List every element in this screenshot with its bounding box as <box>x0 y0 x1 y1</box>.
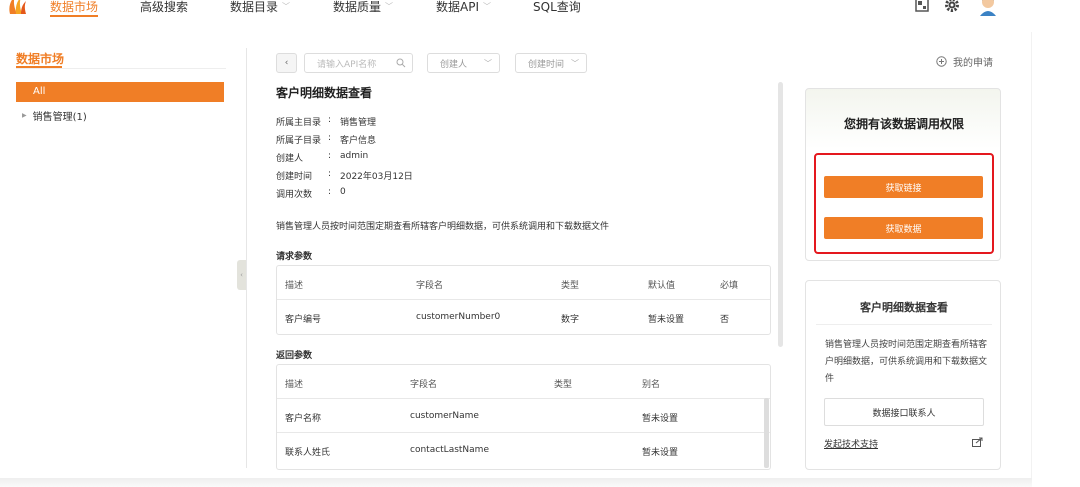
top-nav: 数据市场 高级搜索 数据目录 ﹀ 数据质量 ﹀ 数据API ﹀ SQL查询 <box>0 0 1032 18</box>
sidebar-title-underline <box>16 66 62 68</box>
sidebar-title: 数据市场 <box>16 52 65 66</box>
nav-sql-query[interactable]: SQL查询 <box>533 0 581 15</box>
search-placeholder: 请输入API名称 <box>317 59 377 70</box>
return-params-title: 返回参数 <box>276 351 313 361</box>
nav-data-catalog[interactable]: 数据目录 ﹀ <box>230 0 290 15</box>
add-circle-icon <box>936 56 947 67</box>
chevron-down-icon: ﹀ <box>483 2 491 11</box>
creator-select-label: 创建人 <box>440 59 468 70</box>
created-time-select-label: 创建时间 <box>528 59 564 70</box>
sidebar-item-sales-management[interactable]: ▶ 销售管理(1) <box>22 108 87 123</box>
nav-data-quality[interactable]: 数据质量 ﹀ <box>333 0 393 15</box>
return-params-table: 描述 字段名 类型 别名 客户名称 customerName 暂未设置 联系人姓… <box>276 364 771 470</box>
api-search-input[interactable]: 请输入API名称 <box>304 53 413 73</box>
api-info-card: 客户明细数据查看 销售管理人员按时间范围定期查看所辖客户明细数据，可供系统调用和… <box>805 280 1001 470</box>
meta-row: 创建时间:2022年03月12日 <box>276 169 413 182</box>
api-detail-title: 客户明细数据查看 <box>276 86 373 100</box>
get-link-button[interactable]: 获取链接 <box>824 176 983 198</box>
sidebar-divider-vertical <box>246 48 247 468</box>
request-params-table: 描述 字段名 类型 默认值 必填 客户编号 customerNumber0 数字… <box>276 265 771 335</box>
nav-data-market[interactable]: 数据市场 <box>50 0 98 15</box>
my-application-link[interactable]: 我的申请 <box>936 54 993 69</box>
meta-row: 创建人: admin <box>276 151 369 164</box>
chevron-down-icon: ﹀ <box>571 59 579 68</box>
sidebar-item-all[interactable]: All <box>16 82 224 102</box>
meta-row: 所属子目录: 客户信息 <box>276 133 377 146</box>
gear-icon[interactable] <box>944 0 960 13</box>
logo-icon <box>9 0 26 14</box>
request-params-title: 请求参数 <box>276 252 313 262</box>
detail-scrollbar[interactable] <box>778 82 783 347</box>
creator-select[interactable]: 创建人 ﹀ <box>427 53 500 73</box>
caret-right-icon[interactable]: ▶ <box>22 112 27 119</box>
table-header-row: 描述 字段名 类型 默认值 必填 <box>277 266 770 300</box>
nav-advanced-search[interactable]: 高级搜索 <box>140 0 188 15</box>
get-data-button[interactable]: 获取数据 <box>824 217 983 239</box>
bottom-shadow <box>0 478 1032 487</box>
api-description: 销售管理人员按时间范围定期查看所辖客户明细数据，可供系统调用和下载数据文件 <box>276 222 610 232</box>
app-switch-icon[interactable] <box>915 0 929 12</box>
collapse-sidebar-handle[interactable]: ‹ <box>237 260 246 290</box>
meta-row: 调用次数:0 <box>276 187 346 200</box>
share-icon[interactable] <box>972 437 983 447</box>
info-card-description: 销售管理人员按时间范围定期查看所辖客户明细数据，可供系统调用和下载数据文件 <box>825 340 988 384</box>
chevron-down-icon: ﹀ <box>484 59 492 68</box>
table-row: 联系人姓氏 contactLastName 暂未设置 <box>285 445 679 458</box>
chevron-left-icon: ‹ <box>284 58 289 68</box>
table-row: 客户名称 customerName 暂未设置 <box>277 399 770 433</box>
api-contact-button[interactable]: 数据接口联系人 <box>824 398 984 426</box>
search-icon[interactable] <box>396 58 406 68</box>
back-button[interactable]: ‹ <box>276 53 297 73</box>
meta-row: 所属主目录: 销售管理 <box>276 115 377 128</box>
my-application-label: 我的申请 <box>953 58 993 69</box>
table-row: 客户编号 customerNumber0 数字 暂未设置 否 <box>285 312 730 325</box>
tech-support-link[interactable]: 发起技术支持 <box>824 437 878 450</box>
chevron-left-icon: ‹ <box>240 271 243 279</box>
chevron-down-icon: ﹀ <box>385 2 394 11</box>
permission-title: 您拥有该数据调用权限 <box>843 117 964 131</box>
created-time-select[interactable]: 创建时间 ﹀ <box>515 53 587 73</box>
nav-active-indicator <box>50 15 98 17</box>
nav-data-api[interactable]: 数据API ﹀ <box>436 0 491 15</box>
chevron-down-icon: ﹀ <box>282 2 291 11</box>
table-scrollbar[interactable] <box>764 398 769 468</box>
sidebar-item-label: 销售管理(1) <box>32 112 87 123</box>
sidebar-divider <box>16 68 226 69</box>
user-avatar-icon[interactable] <box>978 0 998 16</box>
table-header-row: 描述 字段名 类型 别名 <box>277 365 770 399</box>
info-card-divider <box>816 324 992 325</box>
info-card-title: 客户明细数据查看 <box>860 301 948 314</box>
